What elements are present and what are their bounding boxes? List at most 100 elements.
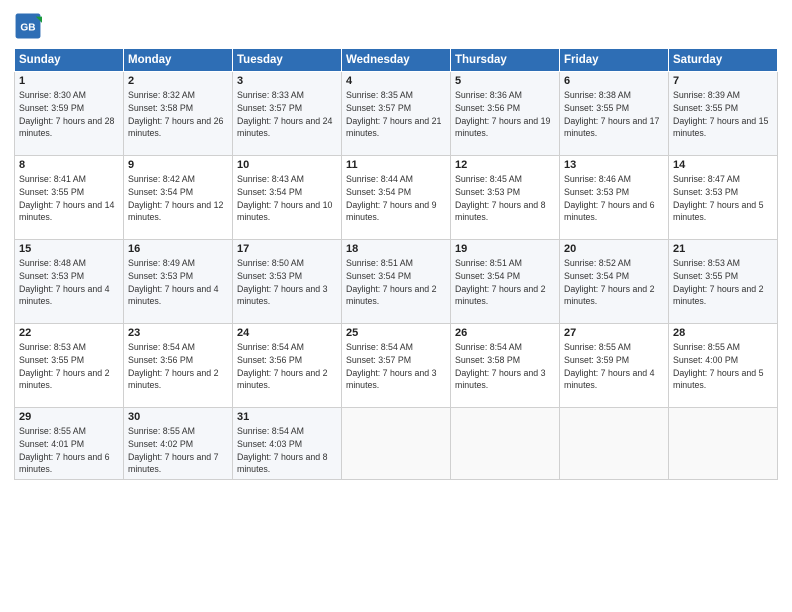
day-cell: 4 Sunrise: 8:35 AMSunset: 3:57 PMDaylight… bbox=[342, 72, 451, 156]
day-cell: 3Sunrise: 8:33 AMSunset: 3:57 PMDaylight… bbox=[233, 72, 342, 156]
day-number: 29 bbox=[19, 411, 119, 423]
logo-icon: GB bbox=[14, 12, 42, 40]
day-number: 12 bbox=[455, 159, 555, 171]
week-row-1: 1 Sunrise: 8:30 AMSunset: 3:59 PMDaylight… bbox=[15, 72, 778, 156]
day-info: Sunrise: 8:35 AMSunset: 3:57 PMDaylight:… bbox=[346, 89, 446, 140]
day-cell: 10 Sunrise: 8:43 AMSunset: 3:54 PMDayligh… bbox=[233, 156, 342, 240]
day-number: 7 bbox=[673, 75, 773, 87]
day-info: Sunrise: 8:55 AMSunset: 4:01 PMDaylight:… bbox=[19, 425, 119, 476]
day-cell: 1 Sunrise: 8:30 AMSunset: 3:59 PMDaylight… bbox=[15, 72, 124, 156]
day-number: 30 bbox=[128, 411, 228, 423]
day-number: 16 bbox=[128, 243, 228, 255]
day-number: 6 bbox=[564, 75, 664, 87]
day-cell: 20Sunrise: 8:52 AMSunset: 3:54 PMDayligh… bbox=[560, 240, 669, 324]
day-cell: 28 Sunrise: 8:55 AMSunset: 4:00 PMDayligh… bbox=[669, 324, 778, 408]
day-cell: 29 Sunrise: 8:55 AMSunset: 4:01 PMDayligh… bbox=[15, 408, 124, 480]
day-cell: 31 Sunrise: 8:54 AMSunset: 4:03 PMDayligh… bbox=[233, 408, 342, 480]
weekday-friday: Friday bbox=[560, 49, 669, 72]
day-number: 31 bbox=[237, 411, 337, 423]
calendar-page: GB SundayMondayTuesdayWednesdayThursdayF… bbox=[0, 0, 792, 612]
week-row-5: 29 Sunrise: 8:55 AMSunset: 4:01 PMDayligh… bbox=[15, 408, 778, 480]
day-number: 28 bbox=[673, 327, 773, 339]
weekday-sunday: Sunday bbox=[15, 49, 124, 72]
day-cell bbox=[451, 408, 560, 480]
day-number: 25 bbox=[346, 327, 446, 339]
day-info: Sunrise: 8:48 AMSunset: 3:53 PMDaylight:… bbox=[19, 257, 119, 308]
day-cell: 30 Sunrise: 8:55 AMSunset: 4:02 PMDayligh… bbox=[124, 408, 233, 480]
day-number: 24 bbox=[237, 327, 337, 339]
day-number: 20 bbox=[564, 243, 664, 255]
day-number: 26 bbox=[455, 327, 555, 339]
day-info: Sunrise: 8:50 AMSunset: 3:53 PMDaylight:… bbox=[237, 257, 337, 308]
day-number: 4 bbox=[346, 75, 446, 87]
day-number: 14 bbox=[673, 159, 773, 171]
day-info: Sunrise: 8:55 AMSunset: 4:02 PMDaylight:… bbox=[128, 425, 228, 476]
day-info: Sunrise: 8:54 AMSunset: 3:58 PMDaylight:… bbox=[455, 341, 555, 392]
day-number: 9 bbox=[128, 159, 228, 171]
day-number: 23 bbox=[128, 327, 228, 339]
day-number: 19 bbox=[455, 243, 555, 255]
day-cell: 22 Sunrise: 8:53 AMSunset: 3:55 PMDayligh… bbox=[15, 324, 124, 408]
weekday-saturday: Saturday bbox=[669, 49, 778, 72]
day-number: 22 bbox=[19, 327, 119, 339]
day-info: Sunrise: 8:54 AMSunset: 3:56 PMDaylight:… bbox=[237, 341, 337, 392]
week-row-2: 8 Sunrise: 8:41 AMSunset: 3:55 PMDaylight… bbox=[15, 156, 778, 240]
day-number: 10 bbox=[237, 159, 337, 171]
day-cell: 14 Sunrise: 8:47 AMSunset: 3:53 PMDayligh… bbox=[669, 156, 778, 240]
day-cell: 17 Sunrise: 8:50 AMSunset: 3:53 PMDayligh… bbox=[233, 240, 342, 324]
day-info: Sunrise: 8:55 AMSunset: 3:59 PMDaylight:… bbox=[564, 341, 664, 392]
day-cell bbox=[342, 408, 451, 480]
day-number: 17 bbox=[237, 243, 337, 255]
day-info: Sunrise: 8:55 AMSunset: 4:00 PMDaylight:… bbox=[673, 341, 773, 392]
day-cell: 24 Sunrise: 8:54 AMSunset: 3:56 PMDayligh… bbox=[233, 324, 342, 408]
day-number: 18 bbox=[346, 243, 446, 255]
day-info: Sunrise: 8:46 AMSunset: 3:53 PMDaylight:… bbox=[564, 173, 664, 224]
day-info: Sunrise: 8:53 AMSunset: 3:55 PMDaylight:… bbox=[19, 341, 119, 392]
calendar-table: SundayMondayTuesdayWednesdayThursdayFrid… bbox=[14, 48, 778, 480]
day-cell: 26 Sunrise: 8:54 AMSunset: 3:58 PMDayligh… bbox=[451, 324, 560, 408]
day-cell: 16 Sunrise: 8:49 AMSunset: 3:53 PMDayligh… bbox=[124, 240, 233, 324]
day-cell: 11 Sunrise: 8:44 AMSunset: 3:54 PMDayligh… bbox=[342, 156, 451, 240]
day-info: Sunrise: 8:51 AMSunset: 3:54 PMDaylight:… bbox=[346, 257, 446, 308]
day-info: Sunrise: 8:36 AMSunset: 3:56 PMDaylight:… bbox=[455, 89, 555, 140]
day-cell: 19 Sunrise: 8:51 AMSunset: 3:54 PMDayligh… bbox=[451, 240, 560, 324]
day-cell: 27 Sunrise: 8:55 AMSunset: 3:59 PMDayligh… bbox=[560, 324, 669, 408]
day-cell: 12 Sunrise: 8:45 AMSunset: 3:53 PMDayligh… bbox=[451, 156, 560, 240]
day-info: Sunrise: 8:44 AMSunset: 3:54 PMDaylight:… bbox=[346, 173, 446, 224]
day-info: Sunrise: 8:45 AMSunset: 3:53 PMDaylight:… bbox=[455, 173, 555, 224]
day-info: Sunrise: 8:41 AMSunset: 3:55 PMDaylight:… bbox=[19, 173, 119, 224]
weekday-thursday: Thursday bbox=[451, 49, 560, 72]
day-cell: 9 Sunrise: 8:42 AMSunset: 3:54 PMDaylight… bbox=[124, 156, 233, 240]
day-info: Sunrise: 8:49 AMSunset: 3:53 PMDaylight:… bbox=[128, 257, 228, 308]
day-info: Sunrise: 8:54 AMSunset: 3:57 PMDaylight:… bbox=[346, 341, 446, 392]
day-number: 3 bbox=[237, 75, 337, 87]
weekday-wednesday: Wednesday bbox=[342, 49, 451, 72]
day-info: Sunrise: 8:54 AMSunset: 4:03 PMDaylight:… bbox=[237, 425, 337, 476]
week-row-4: 22 Sunrise: 8:53 AMSunset: 3:55 PMDayligh… bbox=[15, 324, 778, 408]
day-number: 2 bbox=[128, 75, 228, 87]
day-number: 1 bbox=[19, 75, 119, 87]
day-info: Sunrise: 8:39 AMSunset: 3:55 PMDaylight:… bbox=[673, 89, 773, 140]
day-number: 15 bbox=[19, 243, 119, 255]
day-info: Sunrise: 8:51 AMSunset: 3:54 PMDaylight:… bbox=[455, 257, 555, 308]
day-cell: 15 Sunrise: 8:48 AMSunset: 3:53 PMDayligh… bbox=[15, 240, 124, 324]
day-cell: 18 Sunrise: 8:51 AMSunset: 3:54 PMDayligh… bbox=[342, 240, 451, 324]
logo: GB bbox=[14, 12, 46, 40]
day-cell: 2Sunrise: 8:32 AMSunset: 3:58 PMDaylight… bbox=[124, 72, 233, 156]
day-cell bbox=[669, 408, 778, 480]
day-number: 8 bbox=[19, 159, 119, 171]
weekday-tuesday: Tuesday bbox=[233, 49, 342, 72]
weekday-monday: Monday bbox=[124, 49, 233, 72]
day-info: Sunrise: 8:30 AMSunset: 3:59 PMDaylight:… bbox=[19, 89, 119, 140]
day-number: 27 bbox=[564, 327, 664, 339]
day-cell: 5Sunrise: 8:36 AMSunset: 3:56 PMDaylight… bbox=[451, 72, 560, 156]
day-cell: 8 Sunrise: 8:41 AMSunset: 3:55 PMDaylight… bbox=[15, 156, 124, 240]
day-info: Sunrise: 8:38 AMSunset: 3:55 PMDaylight:… bbox=[564, 89, 664, 140]
day-info: Sunrise: 8:47 AMSunset: 3:53 PMDaylight:… bbox=[673, 173, 773, 224]
day-info: Sunrise: 8:43 AMSunset: 3:54 PMDaylight:… bbox=[237, 173, 337, 224]
day-info: Sunrise: 8:42 AMSunset: 3:54 PMDaylight:… bbox=[128, 173, 228, 224]
day-number: 11 bbox=[346, 159, 446, 171]
day-cell bbox=[560, 408, 669, 480]
day-cell: 6 Sunrise: 8:38 AMSunset: 3:55 PMDaylight… bbox=[560, 72, 669, 156]
day-cell: 7 Sunrise: 8:39 AMSunset: 3:55 PMDaylight… bbox=[669, 72, 778, 156]
